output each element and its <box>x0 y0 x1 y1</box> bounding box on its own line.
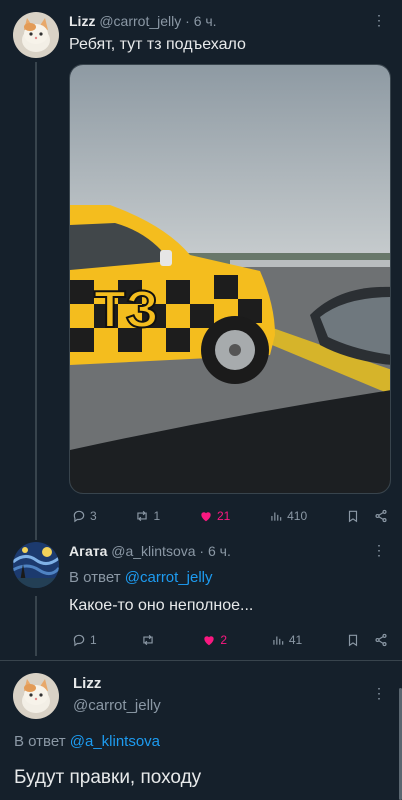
car-label: ТЗ <box>94 281 158 339</box>
heart-icon <box>201 512 211 522</box>
post-header: Lizz @carrot_jelly · 6 ч. <box>69 13 217 29</box>
author-handle[interactable]: @a_klintsova <box>111 543 195 559</box>
avatar[interactable] <box>13 673 59 719</box>
reply-prefix: В ответ <box>14 733 66 750</box>
reply-button[interactable]: 3 <box>72 509 97 523</box>
like-button[interactable]: 21 <box>199 509 230 523</box>
post-time[interactable]: · 6 ч. <box>185 13 216 29</box>
views-button[interactable]: 410 <box>269 509 307 523</box>
reply-button[interactable]: 1 <box>72 633 97 647</box>
author-name-line: Lizz <box>73 675 101 692</box>
avatar[interactable] <box>13 542 59 588</box>
post-2[interactable]: Агата @a_klintsova · 6 ч. ⋮ В ответ @car… <box>0 530 402 660</box>
author-name[interactable]: Lizz <box>69 13 95 29</box>
repost-count: 1 <box>153 509 161 523</box>
author-handle[interactable]: @carrot_jelly <box>99 13 181 29</box>
reply-to-handle[interactable]: @carrot_jelly <box>125 569 213 586</box>
reply-to-handle[interactable]: @a_klintsova <box>70 733 160 750</box>
post-3[interactable]: Lizz @carrot_jelly ⋮ В ответ @a_klintsov… <box>0 661 402 800</box>
repost-button[interactable] <box>141 633 159 647</box>
reply-context: В ответ @carrot_jelly <box>69 569 213 586</box>
avatar[interactable] <box>13 12 59 58</box>
repost-icon <box>142 634 153 646</box>
bookmark-icon[interactable] <box>346 509 360 523</box>
reply-prefix: В ответ <box>69 569 121 586</box>
like-count: 21 <box>216 509 231 523</box>
post-actions: 1 2 41 <box>72 630 388 650</box>
like-button[interactable]: 2 <box>202 633 227 647</box>
author-name[interactable]: Lizz <box>73 675 101 692</box>
author-handle-line: @carrot_jelly <box>73 697 161 714</box>
views-count: 41 <box>288 633 303 647</box>
bookmark-share-group <box>346 509 388 523</box>
views-count: 410 <box>287 509 308 523</box>
author-name[interactable]: Агата <box>69 543 107 559</box>
post-text: Ребят, тут тз подъехало <box>69 36 246 53</box>
views-icon <box>271 512 282 521</box>
share-icon[interactable] <box>374 633 388 647</box>
post-text: Будут правки, походу <box>14 767 202 788</box>
reply-context: В ответ @a_klintsova <box>14 733 160 750</box>
post-time[interactable]: · 6 ч. <box>199 543 230 559</box>
more-options-icon[interactable]: ⋮ <box>372 12 386 29</box>
reply-count: 1 <box>90 633 97 647</box>
views-button[interactable]: 41 <box>271 633 302 647</box>
bookmark-share-group <box>346 633 388 647</box>
reply-icon <box>73 634 85 647</box>
reply-count: 3 <box>90 509 97 523</box>
reply-icon <box>73 510 85 523</box>
more-options-icon[interactable]: ⋮ <box>372 542 386 559</box>
share-icon[interactable] <box>374 509 388 523</box>
repost-button[interactable]: 1 <box>135 509 160 523</box>
more-options-icon[interactable]: ⋮ <box>372 685 386 702</box>
heart-icon <box>204 636 214 646</box>
post-actions: 3 1 21 410 <box>72 506 388 526</box>
views-icon <box>273 636 284 645</box>
like-count: 2 <box>220 633 227 647</box>
bookmark-icon[interactable] <box>346 633 360 647</box>
post-1[interactable]: Lizz @carrot_jelly · 6 ч. ⋮ Ребят, тут т… <box>0 0 402 530</box>
repost-icon <box>137 510 148 522</box>
post-text: Какое-то оно неполное... <box>69 597 254 614</box>
author-handle[interactable]: @carrot_jelly <box>73 697 161 714</box>
post-header: Агата @a_klintsova · 6 ч. <box>69 543 231 559</box>
post-image[interactable]: ТЗ <box>69 64 391 494</box>
